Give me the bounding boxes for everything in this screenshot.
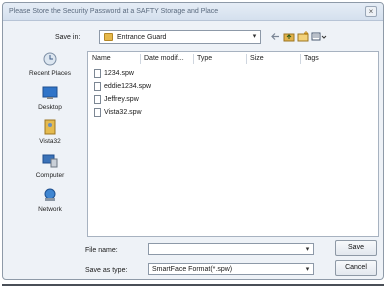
file-name-input[interactable]: ▾: [148, 243, 314, 255]
user-folder-icon: [42, 119, 58, 135]
file-icon: [94, 108, 101, 117]
column-header-date[interactable]: Date modif...: [144, 55, 184, 65]
back-arrow-icon[interactable]: [269, 30, 281, 43]
place-label: Network: [38, 206, 62, 213]
file-name: Vista32.spw: [104, 109, 142, 116]
chevron-down-icon[interactable]: ▾: [303, 265, 312, 275]
column-headers: Name Date modif... Type Size Tags: [88, 52, 378, 66]
new-folder-icon[interactable]: [297, 30, 309, 43]
file-name: Jeffrey.spw: [104, 96, 139, 103]
save-dialog: Please Store the Security Password at a …: [2, 2, 384, 280]
place-label: Computer: [35, 172, 65, 179]
place-recent-places[interactable]: Recent Places: [19, 51, 81, 85]
chevron-down-icon[interactable]: ▾: [250, 32, 259, 42]
desktop-icon: [42, 85, 58, 101]
column-divider[interactable]: [246, 54, 247, 64]
save-as-type-label: Save as type:: [85, 267, 128, 274]
save-as-type-dropdown[interactable]: SmartFace Format(*.spw) ▾: [148, 263, 314, 275]
file-name: eddie1234.spw: [104, 83, 152, 90]
place-label: Vista32: [39, 138, 61, 145]
place-label: Desktop: [38, 104, 62, 111]
views-menu-icon[interactable]: [311, 30, 327, 43]
cancel-button[interactable]: Cancel: [335, 260, 377, 276]
place-computer[interactable]: Computer: [19, 153, 81, 187]
column-divider[interactable]: [300, 54, 301, 64]
window-title: Please Store the Security Password at a …: [9, 8, 219, 15]
up-folder-icon[interactable]: [283, 30, 295, 43]
file-name: 1234.spw: [104, 70, 134, 77]
network-icon: [42, 187, 58, 203]
column-divider[interactable]: [140, 54, 141, 64]
file-name-label: File name:: [85, 247, 118, 254]
column-header-name[interactable]: Name: [92, 55, 111, 65]
close-button[interactable]: ×: [365, 6, 377, 17]
save-in-dropdown[interactable]: Entrance Guard ▾: [99, 30, 261, 44]
place-desktop[interactable]: Desktop: [19, 85, 81, 119]
file-icon: [94, 82, 101, 91]
place-vista32[interactable]: Vista32: [19, 119, 81, 153]
computer-icon: [42, 153, 58, 169]
save-in-label: Save in:: [55, 34, 81, 41]
place-label: Recent Places: [29, 70, 71, 77]
save-button[interactable]: Save: [335, 240, 377, 256]
file-list[interactable]: Name Date modif... Type Size Tags 1234.s…: [87, 51, 379, 237]
recent-places-icon: [42, 51, 58, 67]
column-header-type[interactable]: Type: [197, 55, 212, 65]
title-bar: Please Store the Security Password at a …: [3, 3, 383, 21]
save-as-type-value: SmartFace Format(*.spw): [152, 266, 233, 273]
column-header-size[interactable]: Size: [250, 55, 264, 65]
folder-icon: [104, 33, 113, 41]
file-icon: [94, 95, 101, 104]
chevron-down-icon[interactable]: ▾: [303, 245, 312, 255]
place-network[interactable]: Network: [19, 187, 81, 221]
save-in-value: Entrance Guard: [117, 34, 167, 41]
column-divider[interactable]: [193, 54, 194, 64]
file-icon: [94, 69, 101, 78]
column-header-tags[interactable]: Tags: [304, 55, 319, 65]
